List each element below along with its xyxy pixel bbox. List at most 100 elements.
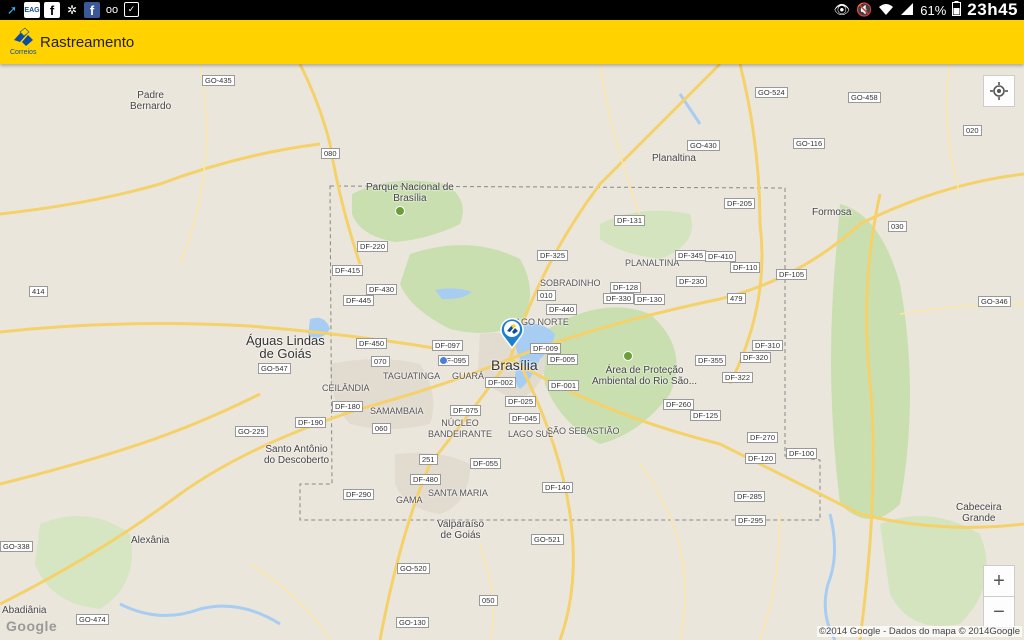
road-label: DF-440 <box>546 304 578 315</box>
place-ceilandia: CEILÂNDIA <box>322 383 370 393</box>
road-label: DF-295 <box>735 515 767 526</box>
road-label: DF-410 <box>705 251 737 262</box>
road-label: DF-345 <box>675 250 707 261</box>
place-santa-maria: SANTA MARIA <box>428 488 488 498</box>
correios-logo[interactable]: Correios <box>8 26 38 60</box>
crosshair-icon <box>990 82 1008 100</box>
road-label: DF-285 <box>734 491 766 502</box>
place-formosa: Formosa <box>812 207 852 218</box>
place-brasilia: Brasília <box>491 357 538 373</box>
facebook-icon: f <box>44 2 60 18</box>
road-label: DF-120 <box>745 453 777 464</box>
map-attribution[interactable]: ©2014 Google - Dados do mapa © 2014Googl… <box>817 626 1022 637</box>
road-label: GO-130 <box>396 617 429 628</box>
road-label: GO-547 <box>258 363 291 374</box>
road-label: GO-458 <box>848 92 881 103</box>
battery-percent: 61% <box>920 2 947 18</box>
road-label: GO-116 <box>793 138 826 149</box>
facebook-icon: f <box>84 2 100 18</box>
place-planaltina-df: PLANALTINA <box>625 258 680 268</box>
place-guara: GUARÁ <box>452 371 485 381</box>
road-label: DF-355 <box>695 355 727 366</box>
road-label: DF-190 <box>295 417 327 428</box>
road-label: GO-474 <box>76 614 109 625</box>
road-label: DF-205 <box>724 198 756 209</box>
area-marker-icon[interactable] <box>623 351 633 361</box>
road-label: DF-290 <box>343 489 375 500</box>
location-pin-icon[interactable] <box>499 317 525 350</box>
signal-icon <box>900 2 914 19</box>
road-label: 080 <box>321 148 340 159</box>
place-planaltina: Planaltina <box>652 153 696 164</box>
road-label: DF-001 <box>548 380 580 391</box>
road-label: 050 <box>479 595 498 606</box>
road-label: DF-320 <box>740 352 772 363</box>
place-abadiania: Abadiânia <box>2 605 47 616</box>
app-bar: Correios Rastreamento <box>0 20 1024 64</box>
road-label: GO-520 <box>397 563 430 574</box>
road-label: DF-002 <box>485 377 517 388</box>
road-label: DF-325 <box>537 250 569 261</box>
zoom-out-button[interactable]: − <box>983 596 1015 628</box>
road-label: DF-110 <box>730 262 761 273</box>
road-label: GO-524 <box>755 87 788 98</box>
app-title: Rastreamento <box>40 34 135 51</box>
road-label: DF-450 <box>356 338 388 349</box>
road-label: DF-430 <box>366 284 398 295</box>
road-label: DF-230 <box>676 276 708 287</box>
zoom-in-button[interactable]: + <box>983 565 1015 597</box>
battery-icon <box>952 1 962 19</box>
google-logo: Google <box>6 618 58 634</box>
place-gama: GAMA <box>396 495 423 505</box>
map-canvas[interactable] <box>0 64 1024 640</box>
place-nucleo-bandeirante: NÚCLEO BANDEIRANTE <box>428 418 493 439</box>
place-area-protecao: Área de Proteção Ambiental do Rio São... <box>592 365 698 387</box>
road-label: DF-322 <box>722 372 754 383</box>
eag-icon: EAG <box>24 2 40 18</box>
road-label: DF-100 <box>786 448 818 459</box>
road-label: GO-346 <box>978 296 1011 307</box>
road-label: 414 <box>29 286 48 297</box>
status-bar: ➚ EAG f ✲ f oo ✓ 👁 🔇 61% 23h45 <box>0 0 1024 20</box>
logo-text: Correios <box>10 49 37 56</box>
road-label: DF-105 <box>776 269 808 280</box>
wifi-icon <box>878 2 894 19</box>
road-label: DF-009 <box>530 343 562 354</box>
road-label: 030 <box>888 221 907 232</box>
road-label: DF-140 <box>542 482 574 493</box>
road-label: DF-330 <box>603 293 635 304</box>
road-label: DF-445 <box>343 295 375 306</box>
place-parque-nacional: Parque Nacional de Brasília <box>366 182 454 204</box>
arrow-icon: ➚ <box>6 3 18 17</box>
road-label: DF-480 <box>410 474 442 485</box>
road-label: DF-075 <box>450 405 482 416</box>
road-label: DF-025 <box>505 396 537 407</box>
road-label: 060 <box>372 423 391 434</box>
clipboard-icon: ✓ <box>124 2 139 17</box>
road-label: 010 <box>537 290 556 301</box>
my-location-button[interactable] <box>983 75 1015 107</box>
map-view[interactable]: Padre Bernardo Planaltina Parque Naciona… <box>0 64 1024 640</box>
place-alexania: Alexânia <box>131 535 170 546</box>
road-label: DF-260 <box>663 399 695 410</box>
place-santo-antonio: Santo Antônio do Descoberto <box>264 444 330 466</box>
current-location-dot[interactable] <box>439 356 448 365</box>
road-label: GO-338 <box>0 541 33 552</box>
road-label: GO-435 <box>202 75 235 86</box>
road-label: DF-310 <box>752 340 784 351</box>
road-label: DF-131 <box>614 215 646 226</box>
voicemail-icon: oo <box>105 4 119 16</box>
place-sao-sebastiao: SÃO SEBASTIÃO <box>547 426 620 436</box>
park-marker-icon[interactable] <box>395 206 405 216</box>
road-label: GO-521 <box>531 534 564 545</box>
place-sobradinho: SOBRADINHO <box>540 278 601 288</box>
place-padre-bernardo: Padre Bernardo <box>130 90 172 112</box>
settings-icon: ✲ <box>66 3 78 17</box>
place-aguas-lindas: Águas Lindas de Goiás <box>246 333 325 361</box>
road-label: GO-225 <box>235 426 268 437</box>
place-valparaiso: Valparaíso de Goiás <box>437 519 485 541</box>
notification-icons: ➚ EAG f ✲ f oo ✓ <box>4 2 139 18</box>
road-label: DF-180 <box>332 401 364 412</box>
road-label: GO-430 <box>687 140 720 151</box>
road-label: DF-055 <box>470 458 502 469</box>
